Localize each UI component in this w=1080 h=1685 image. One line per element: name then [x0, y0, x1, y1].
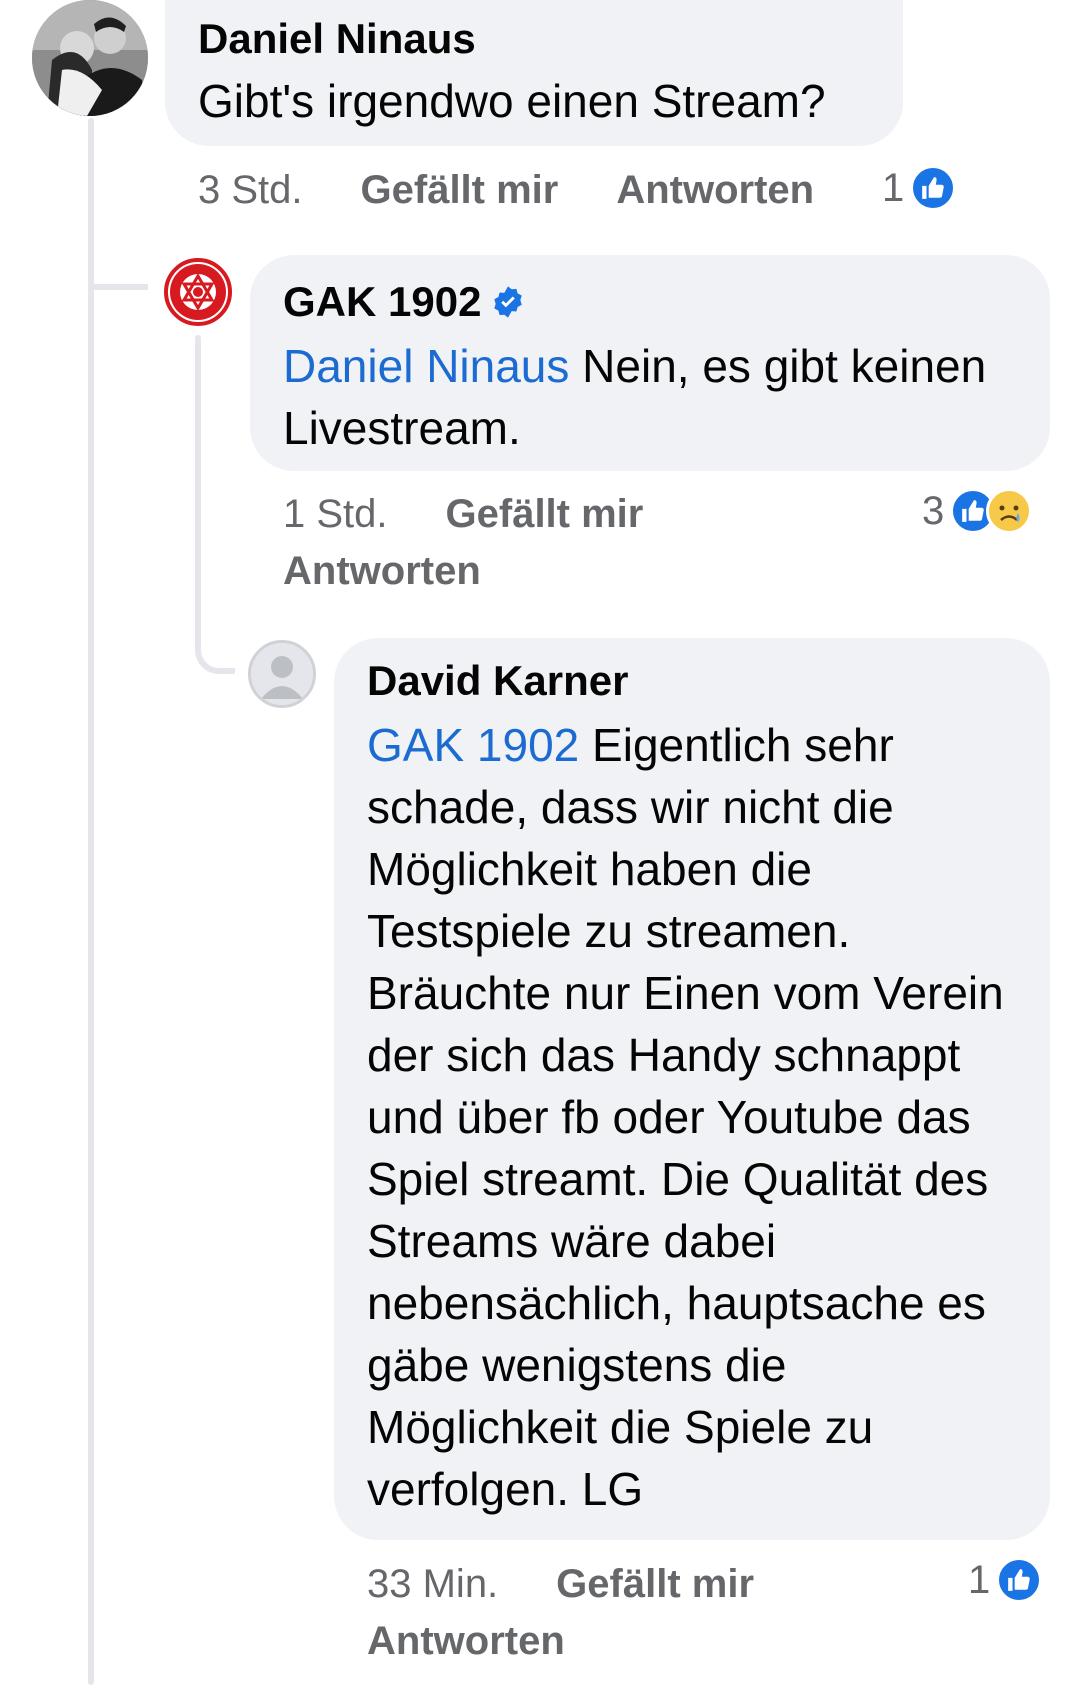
sad-reaction-icon: [986, 488, 1033, 534]
thread-branch-2: [195, 620, 235, 674]
reactions-summary-1[interactable]: 1: [882, 165, 957, 211]
like-action[interactable]: Gefällt mir: [556, 1562, 754, 1607]
thread-branch-1: [88, 230, 148, 290]
default-avatar-icon: [251, 643, 313, 705]
reply-action[interactable]: Antworten: [367, 1619, 807, 1664]
comment-text: GAK 1902 Eigentlich sehr schade, dass wi…: [367, 714, 1027, 1520]
comment-actions-3: 33 Min. Gefällt mir Antworten: [367, 1562, 807, 1664]
comment-timestamp[interactable]: 3 Std.: [198, 168, 303, 213]
reactions-summary-3[interactable]: 1: [968, 1557, 1043, 1603]
comment-timestamp[interactable]: 1 Std.: [283, 492, 388, 537]
avatar-david-karner[interactable]: [248, 640, 316, 708]
profile-photo-icon: [32, 0, 148, 116]
like-action[interactable]: Gefällt mir: [446, 492, 644, 537]
avatar-daniel-ninaus[interactable]: [32, 0, 148, 116]
comment-timestamp[interactable]: 33 Min.: [367, 1562, 498, 1607]
like-reaction-icon: [910, 165, 957, 211]
comment-author: GAK 1902: [283, 277, 1023, 327]
like-action[interactable]: Gefällt mir: [361, 168, 559, 213]
mention-link[interactable]: Daniel Ninaus: [283, 340, 569, 392]
reactions-summary-2[interactable]: 3: [922, 488, 1033, 534]
reaction-count: 1: [968, 1557, 991, 1602]
comment-actions-2: 1 Std. Gefällt mir Antworten: [283, 492, 703, 594]
reply-action[interactable]: Antworten: [616, 168, 814, 213]
comment-text: Gibt's irgendwo einen Stream?: [198, 75, 826, 127]
reaction-count: 1: [882, 165, 905, 210]
comment-bubble-david-karner: David Karner GAK 1902 Eigentlich sehr sc…: [334, 638, 1050, 1540]
comment-body: Eigentlich sehr schade, dass wir nicht d…: [367, 719, 1004, 1515]
comment-author[interactable]: Daniel Ninaus: [198, 14, 826, 64]
comment-author[interactable]: David Karner: [367, 656, 1027, 706]
reply-action[interactable]: Antworten: [283, 549, 703, 594]
comment-bubble-daniel-ninaus: Daniel Ninaus Gibt's irgendwo einen Stre…: [165, 0, 903, 146]
mention-link[interactable]: GAK 1902: [367, 719, 579, 771]
reaction-count: 3: [922, 488, 945, 533]
like-reaction-icon: [996, 1557, 1043, 1603]
thread-line-main: [88, 118, 94, 1685]
author-name[interactable]: GAK 1902: [283, 277, 481, 327]
verified-badge-icon: [491, 285, 525, 319]
thread-line-reply: [195, 335, 201, 635]
comment-actions-1: 3 Std. Gefällt mir Antworten: [198, 168, 814, 213]
comment-text: Daniel Ninaus Nein, es gibt keinen Lives…: [283, 335, 1023, 459]
gak-logo-icon: [170, 264, 226, 320]
avatar-gak-1902[interactable]: [164, 258, 232, 326]
comment-bubble-gak-1902: GAK 1902 Daniel Ninaus Nein, es gibt kei…: [250, 255, 1050, 471]
